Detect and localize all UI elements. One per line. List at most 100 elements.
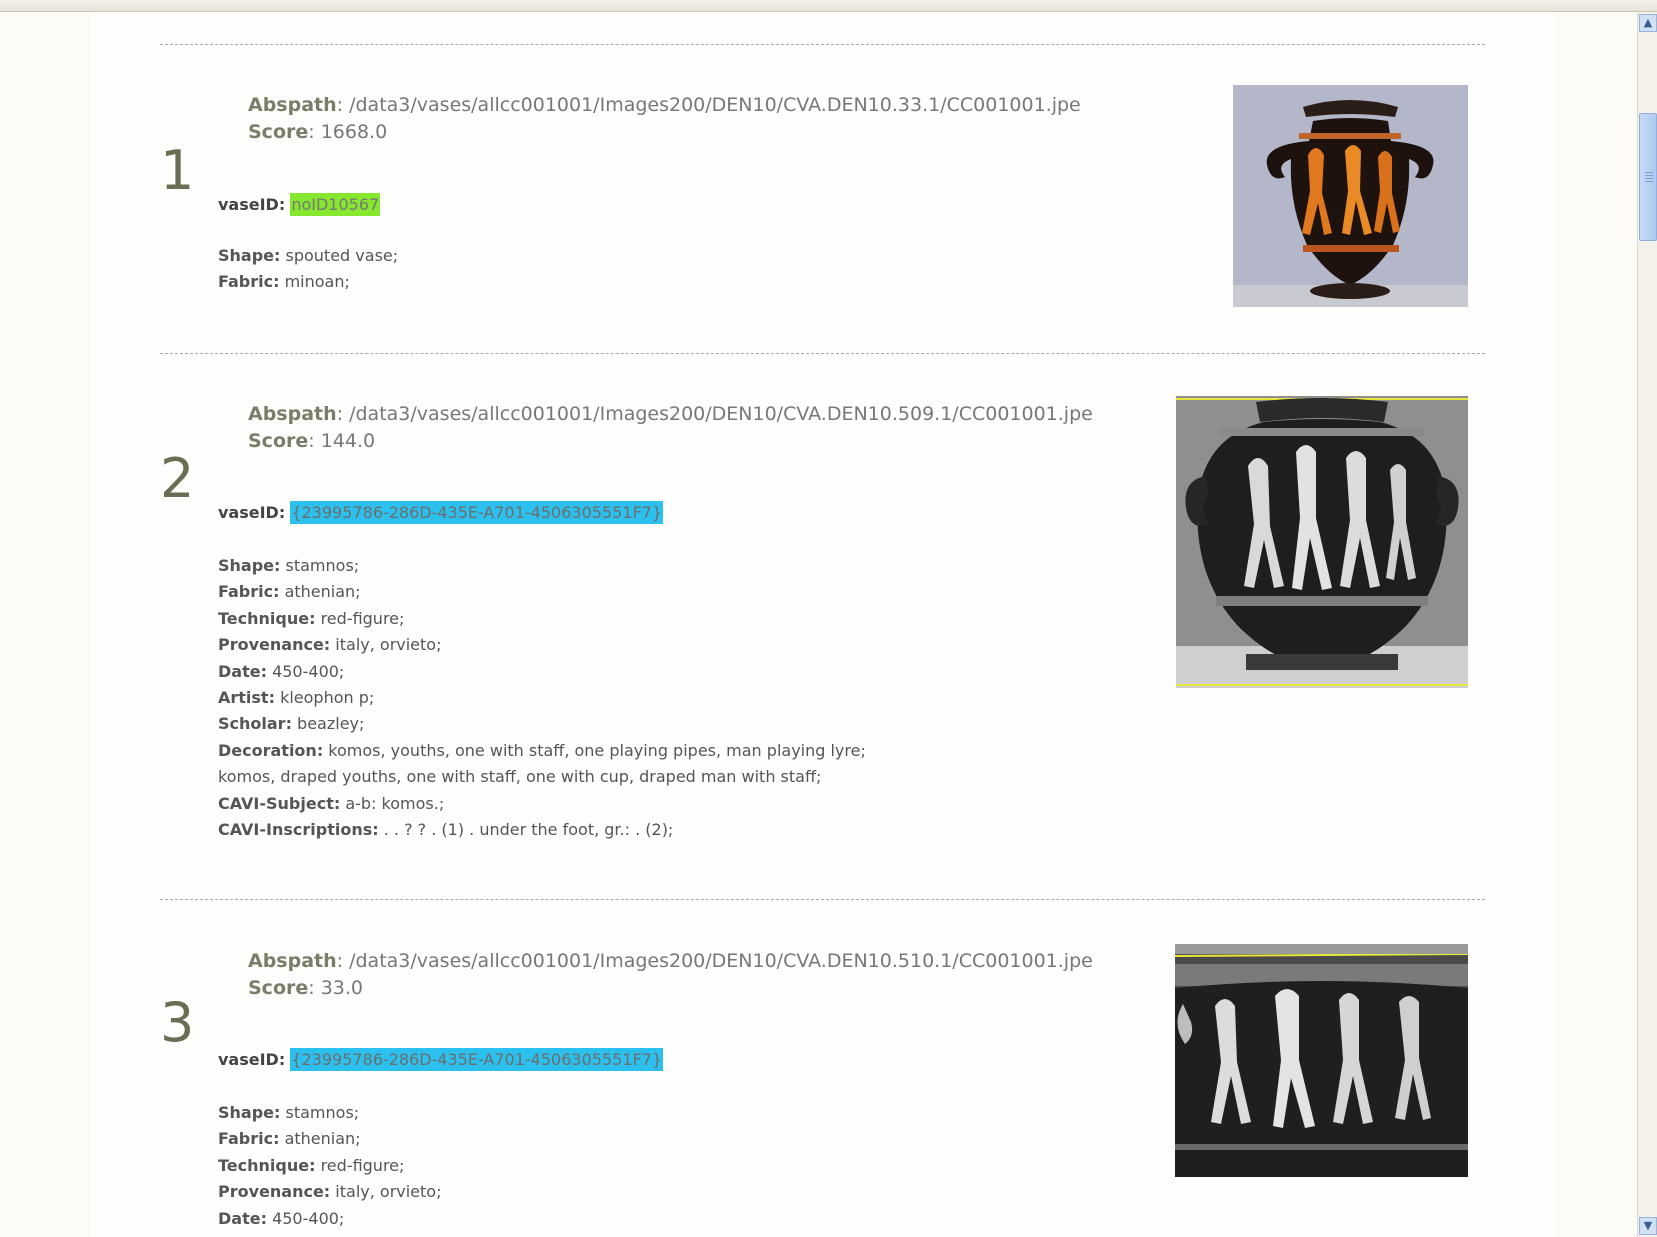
- vase-image[interactable]: [1175, 944, 1468, 1177]
- field-label: CAVI-Inscriptions:: [218, 820, 379, 840]
- field-label: Technique:: [218, 608, 316, 628]
- field-row: Fabric: athenian;: [218, 1126, 441, 1152]
- field-row: Technique: red-figure;: [218, 606, 866, 632]
- field-label: Scholar:: [218, 714, 292, 734]
- vaseid-label: vaseID:: [218, 195, 286, 214]
- abspath-value: : /data3/vases/allcc001001/Images200/DEN…: [336, 403, 1093, 425]
- field-value: beazley;: [291, 714, 365, 734]
- vase-image[interactable]: [1233, 85, 1468, 307]
- field-label: Fabric:: [218, 582, 280, 602]
- field-row: Shape: stamnos;: [218, 1100, 441, 1126]
- field-label: Fabric:: [218, 1129, 280, 1149]
- scroll-up-icon[interactable]: ▲: [1639, 14, 1657, 32]
- result-rank: 1: [160, 139, 195, 202]
- window-top-border: [0, 0, 1657, 12]
- field-row: CAVI-Subject: a-b: komos.;: [218, 791, 866, 817]
- field-value: komos, draped youths, one with staff, on…: [218, 767, 822, 787]
- field-label: Fabric:: [218, 272, 280, 292]
- field-value: stamnos;: [280, 556, 360, 575]
- field-value: kleophon p;: [274, 688, 375, 708]
- vaseid-value[interactable]: {23995786-286D-435E-A701-4506305551F7}: [290, 1048, 664, 1071]
- vase-fields: Shape: spouted vase; Fabric: minoan;: [218, 243, 398, 296]
- field-value: athenian;: [279, 1129, 361, 1149]
- field-value: italy, orvieto;: [330, 635, 442, 655]
- result-meta: Abspath: /data3/vases/allcc001001/Images…: [248, 401, 1093, 455]
- score-line: Score: 1668.0: [248, 119, 1081, 146]
- field-value: stamnos;: [280, 1103, 360, 1122]
- score-value: : 33.0: [308, 977, 364, 999]
- field-row: Provenance: italy, orvieto;: [218, 1179, 441, 1205]
- abspath-line: Abspath: /data3/vases/allcc001001/Images…: [248, 92, 1081, 119]
- vaseid-label: vaseID:: [218, 503, 286, 522]
- field-value: red-figure;: [315, 608, 405, 628]
- field-row: Technique: red-figure;: [218, 1153, 441, 1179]
- field-row: Decoration: komos, youths, one with staf…: [218, 738, 866, 764]
- scroll-down-icon[interactable]: ▼: [1639, 1217, 1657, 1235]
- vaseid-label: vaseID:: [218, 1050, 286, 1069]
- score-value: : 1668.0: [308, 121, 388, 143]
- vaseid-line: vaseID: noID10567: [218, 193, 381, 217]
- vaseid-line: vaseID: {23995786-286D-435E-A701-4506305…: [218, 501, 664, 525]
- result-meta: Abspath: /data3/vases/allcc001001/Images…: [248, 92, 1081, 146]
- abspath-value: : /data3/vases/allcc001001/Images200/DEN…: [336, 950, 1093, 972]
- vase-fields: Shape: stamnos; Fabric: athenian; Techni…: [218, 553, 866, 843]
- field-label: Date:: [218, 661, 267, 681]
- field-label: CAVI-Subject:: [218, 793, 341, 813]
- vaseid-line: vaseID: {23995786-286D-435E-A701-4506305…: [218, 1048, 664, 1072]
- result-divider: [160, 44, 1485, 45]
- vertical-scrollbar[interactable]: ▲ ▼: [1637, 12, 1657, 1237]
- grip-line: [1645, 172, 1653, 173]
- score-label: Score: [248, 430, 309, 452]
- vase-image[interactable]: [1176, 396, 1468, 688]
- field-row: Fabric: minoan;: [218, 269, 398, 295]
- score-value: : 144.0: [308, 430, 376, 452]
- abspath-line: Abspath: /data3/vases/allcc001001/Images…: [248, 948, 1093, 975]
- field-label: Decoration:: [218, 740, 324, 760]
- vaseid-value[interactable]: {23995786-286D-435E-A701-4506305551F7}: [290, 501, 664, 524]
- field-row: Artist: kleophon p;: [218, 685, 866, 711]
- field-label: Shape:: [218, 556, 281, 575]
- field-value: italy, orvieto;: [330, 1182, 442, 1202]
- field-label: Shape:: [218, 246, 281, 265]
- field-label: Shape:: [218, 1103, 281, 1122]
- vase-fields: Shape: stamnos; Fabric: athenian; Techni…: [218, 1100, 441, 1232]
- score-line: Score: 33.0: [248, 975, 1093, 1002]
- abspath-label: Abspath: [248, 403, 337, 425]
- score-label: Score: [248, 977, 309, 999]
- field-row: Date: 450-400;: [218, 659, 866, 685]
- abspath-line: Abspath: /data3/vases/allcc001001/Images…: [248, 401, 1093, 428]
- field-value: red-figure;: [315, 1155, 405, 1175]
- field-row: komos, draped youths, one with staff, on…: [218, 764, 866, 790]
- field-value: minoan;: [279, 272, 350, 292]
- grip-line: [1645, 175, 1653, 176]
- field-value: 450-400;: [266, 1208, 345, 1228]
- grip-line: [1645, 181, 1653, 182]
- result-divider: [160, 353, 1485, 354]
- abspath-label: Abspath: [248, 94, 337, 116]
- field-label: Artist:: [218, 688, 275, 708]
- field-row: Shape: stamnos;: [218, 553, 866, 579]
- field-row: Shape: spouted vase;: [218, 243, 398, 269]
- field-row: Provenance: italy, orvieto;: [218, 632, 866, 658]
- field-value: 450-400;: [266, 661, 345, 681]
- field-value: . . ? ? . (1) . under the foot, gr.: . (…: [378, 820, 674, 840]
- abspath-label: Abspath: [248, 950, 337, 972]
- score-label: Score: [248, 121, 309, 143]
- result-meta: Abspath: /data3/vases/allcc001001/Images…: [248, 948, 1093, 1002]
- abspath-value: : /data3/vases/allcc001001/Images200/DEN…: [336, 94, 1081, 116]
- field-row: CAVI-Inscriptions: . . ? ? . (1) . under…: [218, 817, 866, 843]
- field-row: Date: 450-400;: [218, 1206, 441, 1232]
- result-rank: 3: [160, 991, 195, 1054]
- result-divider: [160, 899, 1485, 900]
- score-line: Score: 144.0: [248, 428, 1093, 455]
- field-label: Provenance:: [218, 635, 331, 655]
- field-value: komos, youths, one with staff, one playi…: [323, 740, 866, 760]
- result-rank: 2: [160, 447, 195, 510]
- field-value: athenian;: [279, 582, 361, 602]
- vaseid-value[interactable]: noID10567: [290, 193, 381, 216]
- field-row: Scholar: beazley;: [218, 711, 866, 737]
- scrollbar-thumb[interactable]: [1639, 113, 1657, 241]
- field-value: a-b: komos.;: [340, 793, 445, 813]
- grip-line: [1645, 178, 1653, 179]
- field-label: Provenance:: [218, 1182, 331, 1202]
